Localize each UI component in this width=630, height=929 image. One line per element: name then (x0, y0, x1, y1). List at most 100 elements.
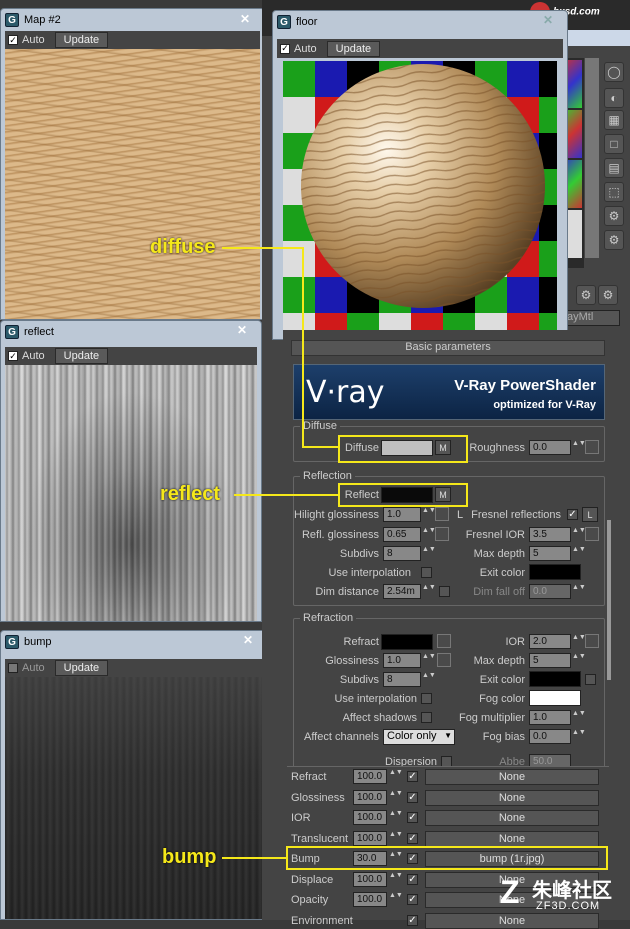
ior-map-slot[interactable] (585, 634, 599, 648)
dim-falloff-spinner[interactable]: 0.0 (529, 584, 571, 599)
options-icon[interactable]: ⚙ (604, 206, 624, 226)
map2-update-button[interactable]: Update (54, 32, 109, 48)
ior-spinner[interactable]: 2.0 (529, 634, 571, 649)
backlight-icon[interactable]: ◐ (604, 88, 624, 108)
spinner-arrows-icon[interactable]: ▲▼ (422, 527, 436, 542)
map-enable-checkbox[interactable]: ✓ (407, 812, 418, 823)
spinner-arrows-icon[interactable]: ▲▼ (572, 584, 586, 599)
fresnel-lock-button[interactable]: L (582, 507, 598, 522)
refract-color-swatch[interactable] (381, 634, 433, 650)
roughness-spinner[interactable]: 0.0 (529, 440, 571, 455)
subdivs-spinner[interactable]: 8 (383, 546, 421, 561)
refract-map-slot[interactable] (437, 634, 451, 648)
floor-close-button[interactable]: ✕ (535, 12, 561, 28)
refr-max-depth-spinner[interactable]: 5 (529, 653, 571, 668)
fog-color-swatch[interactable] (529, 690, 581, 706)
use-interpolation-checkbox[interactable] (421, 567, 432, 578)
panel-scrollbar[interactable] (607, 520, 611, 680)
reflect-auto-checkbox[interactable]: ✓ (8, 351, 18, 361)
material-type-button[interactable]: ayMtl (560, 310, 620, 326)
sample-uv-tiling-icon[interactable]: □ (604, 134, 624, 154)
spinner-arrows-icon[interactable]: ▲▼ (389, 769, 403, 784)
hilight-glossiness-spinner[interactable]: 1.0 (383, 507, 421, 522)
map-enable-checkbox[interactable]: ✓ (407, 771, 418, 782)
spinner-arrows-icon[interactable]: ▲▼ (389, 892, 403, 907)
map-amount-spinner[interactable]: 100.0 (353, 789, 387, 805)
spinner-arrows-icon[interactable]: ▲▼ (572, 527, 586, 542)
spinner-arrows-icon[interactable]: ▲▼ (422, 507, 436, 522)
spinner-arrows-icon[interactable]: ▲▼ (572, 634, 586, 649)
map-slot-button[interactable]: None (425, 830, 599, 847)
spinner-arrows-icon[interactable]: ▲▼ (422, 672, 436, 687)
map-enable-checkbox[interactable]: ✓ (407, 832, 418, 844)
background-checker-icon[interactable]: ▦ (604, 110, 624, 130)
bump-auto-checkbox[interactable] (8, 663, 18, 673)
spinner-arrows-icon[interactable]: ▲▼ (572, 729, 586, 744)
sample-type-sphere-icon[interactable]: ◯ (604, 62, 624, 82)
roughness-map-slot[interactable] (585, 440, 599, 454)
spinner-arrows-icon[interactable]: ▲▼ (572, 440, 586, 455)
reflect-titlebar[interactable]: G reflect (1, 321, 261, 343)
bump-update-button[interactable]: Update (54, 660, 109, 676)
hilight-map-slot[interactable] (435, 507, 449, 521)
exit-color-swatch[interactable] (529, 564, 581, 580)
floor-auto-checkbox[interactable]: ✓ (280, 43, 290, 54)
map-enable-checkbox[interactable]: ✓ (407, 873, 418, 885)
map2-auto-checkbox[interactable]: ✓ (8, 35, 18, 45)
refl-glossiness-spinner[interactable]: 0.65 (383, 527, 421, 542)
fog-multiplier-spinner[interactable]: 1.0 (529, 710, 571, 725)
map2-close-button[interactable]: ✕ (232, 11, 258, 27)
lock-l-label[interactable]: L (457, 509, 463, 521)
affect-shadows-checkbox[interactable] (421, 712, 432, 723)
fresnel-checkbox[interactable]: ✓ (567, 509, 578, 520)
make-preview-icon[interactable]: ⬚ (604, 182, 624, 202)
map-enable-checkbox[interactable]: ✓ (407, 914, 418, 926)
spinner-arrows-icon[interactable]: ▲▼ (422, 584, 436, 599)
affect-channels-select[interactable]: Color only ▼ (383, 729, 455, 745)
floor-titlebar[interactable]: G floor (273, 11, 567, 33)
bump-titlebar[interactable]: G bump (1, 631, 267, 653)
spinner-arrows-icon[interactable]: ▲▼ (422, 546, 436, 561)
select-by-material-icon[interactable]: ⚙ (604, 230, 624, 250)
refr-exit-color-checkbox[interactable] (585, 674, 596, 685)
map-enable-checkbox[interactable]: ✓ (407, 791, 418, 803)
slot-scrollbar[interactable] (585, 58, 599, 258)
fresnel-ior-spinner[interactable]: 3.5 (529, 527, 571, 542)
spinner-arrows-icon[interactable]: ▲▼ (389, 790, 403, 805)
map-slot-button[interactable]: None (425, 810, 599, 826)
map-amount-spinner[interactable]: 100.0 (353, 830, 387, 846)
get-material-icon[interactable]: ⚙ (598, 285, 618, 305)
spinner-arrows-icon[interactable]: ▲▼ (572, 710, 586, 725)
map-amount-spinner[interactable]: 100.0 (353, 871, 387, 887)
refr-gloss-map-slot[interactable] (437, 653, 451, 667)
floor-update-button[interactable]: Update (326, 40, 381, 57)
map-enable-checkbox[interactable]: ✓ (407, 894, 418, 905)
spinner-arrows-icon[interactable]: ▲▼ (389, 810, 403, 825)
map2-titlebar[interactable]: G Map #2 (1, 9, 264, 31)
pick-material-icon[interactable]: ⚙ (576, 285, 596, 305)
refr-use-interpolation-checkbox[interactable] (421, 693, 432, 704)
dim-distance-spinner[interactable]: 2.54m (383, 584, 421, 599)
video-color-check-icon[interactable]: ▤ (604, 158, 624, 178)
map-slot-button[interactable]: None (425, 769, 599, 785)
rollout-header-basic[interactable]: Basic parameters (291, 340, 605, 356)
spinner-arrows-icon[interactable]: ▲▼ (572, 653, 586, 668)
dim-distance-checkbox[interactable] (439, 586, 450, 597)
refl-gloss-map-slot[interactable] (435, 527, 449, 541)
refr-exit-color-swatch[interactable] (529, 671, 581, 687)
fog-bias-spinner[interactable]: 0.0 (529, 729, 571, 744)
map-amount-spinner[interactable]: 100.0 (353, 769, 387, 784)
spinner-arrows-icon[interactable]: ▲▼ (422, 653, 436, 668)
spinner-arrows-icon[interactable]: ▲▼ (389, 872, 403, 887)
map-amount-spinner[interactable]: 100.0 (353, 810, 387, 825)
spinner-arrows-icon[interactable]: ▲▼ (389, 831, 403, 846)
max-depth-spinner[interactable]: 5 (529, 546, 571, 561)
map-slot-button[interactable]: None (425, 789, 599, 806)
spinner-arrows-icon[interactable]: ▲▼ (572, 546, 586, 561)
reflect-close-button[interactable]: ✕ (229, 322, 255, 338)
bump-close-button[interactable]: ✕ (235, 632, 261, 648)
fresnel-ior-map-slot[interactable] (585, 527, 599, 541)
refr-glossiness-spinner[interactable]: 1.0 (383, 653, 421, 668)
reflect-update-button[interactable]: Update (54, 348, 109, 364)
map-amount-spinner[interactable]: 100.0 (353, 892, 387, 907)
